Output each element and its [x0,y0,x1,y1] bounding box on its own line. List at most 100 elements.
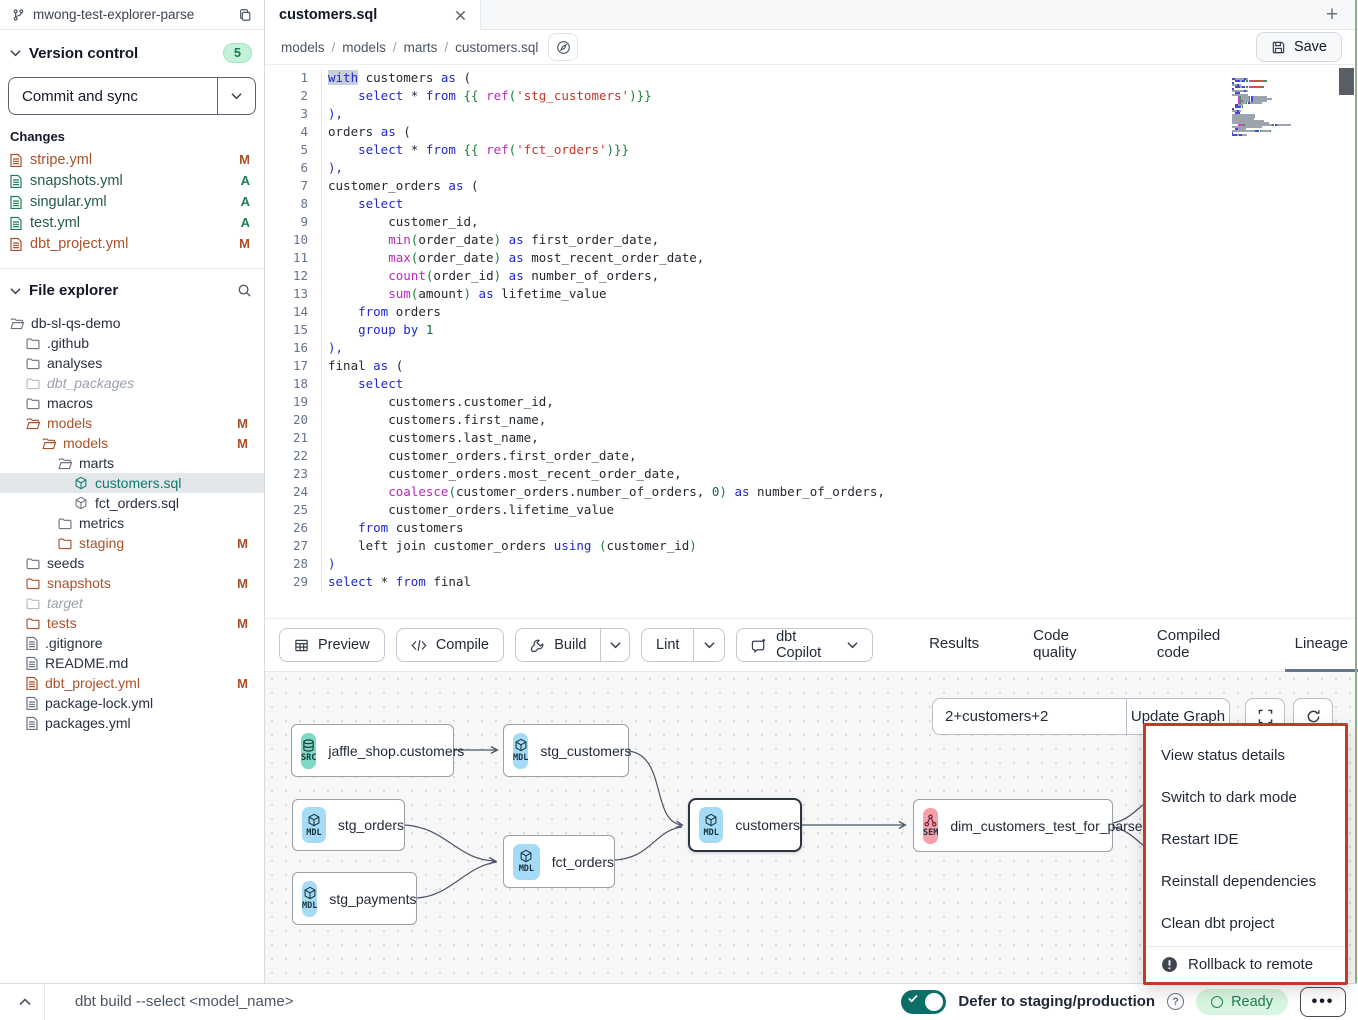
tab-customers-sql[interactable]: customers.sql [265,0,481,30]
lineage-node-customers[interactable]: MDL customers [688,798,802,852]
model-icon [74,476,88,490]
tree-item-package-lock-yml[interactable]: package-lock.yml [0,693,264,713]
new-tab-button[interactable]: + [1320,3,1344,27]
code-content[interactable]: with customers as ( select * from {{ ref… [321,69,1358,591]
close-tab-icon[interactable] [455,10,466,21]
right-edge-strip [1355,0,1357,983]
save-button[interactable]: Save [1256,32,1342,62]
folder-icon [26,417,40,430]
menu-item-reinstall-dependencies[interactable]: Reinstall dependencies [1146,860,1345,902]
compile-button[interactable]: Compile [396,628,504,662]
version-control-header[interactable]: Version control 5 [0,30,264,73]
tree-item-tests[interactable]: testsM [0,613,264,633]
lineage-node-stg-customers[interactable]: MDL stg_customers [503,724,629,777]
tree-item-snapshots[interactable]: snapshotsM [0,573,264,593]
menu-item-view-status-details[interactable]: View status details [1146,734,1345,776]
breadcrumb-marts[interactable]: marts [404,40,438,55]
node-label: stg_payments [329,891,416,907]
code-line-5: select * from {{ ref('fct_orders')}} [328,141,1358,159]
tree-item-customers-sql[interactable]: customers.sql [0,473,264,493]
tree-item--github[interactable]: .github [0,333,264,353]
breadcrumb-separator: / [332,40,336,55]
lineage-node-stg-orders[interactable]: MDL stg_orders [292,799,405,851]
tree-item-seeds[interactable]: seeds [0,553,264,573]
editor-scrollbar[interactable] [1339,68,1354,95]
tree-item-dbt-packages[interactable]: dbt_packages [0,373,264,393]
breadcrumb-models[interactable]: models [281,40,325,55]
tab-compiled-code[interactable]: Compiled code [1147,618,1251,672]
tree-item-analyses[interactable]: analyses [0,353,264,373]
tree-item-macros[interactable]: macros [0,393,264,413]
commit-and-sync-button[interactable]: Commit and sync [9,78,217,114]
defer-label: Defer to staging/production [958,993,1155,1010]
ready-status-badge[interactable]: Ready [1196,989,1288,1015]
tree-item-models[interactable]: modelsM [0,413,264,433]
command-input[interactable]: dbt build --select <model_name> [75,993,293,1010]
change-row-stripe.yml[interactable]: stripe.yml M [0,149,264,170]
status-bar: dbt build --select <model_name> Defer to… [0,983,1358,1019]
lineage-node-jaffle-shop-customers[interactable]: SRC jaffle_shop.customers [291,724,454,777]
tree-item-label: dbt_project.yml [45,675,140,691]
change-row-singular.yml[interactable]: singular.yml A [0,191,264,212]
tab-results[interactable]: Results [919,618,989,672]
tree-item-readme-md[interactable]: README.md [0,653,264,673]
tree-item-label: tests [47,615,77,631]
save-icon [1271,40,1286,55]
code-line-3: ), [328,105,1358,123]
tree-item-staging[interactable]: stagingM [0,533,264,553]
chevron-down-icon [10,287,21,295]
tree-item--gitignore[interactable]: .gitignore [0,633,264,653]
menu-item-switch-to-dark-mode[interactable]: Switch to dark mode [1146,776,1345,818]
build-options-caret[interactable] [600,629,628,661]
more-options-button[interactable]: ••• [1300,987,1346,1017]
dbt-copilot-button[interactable]: dbt Copilot [736,628,873,662]
lint-label: Lint [656,637,679,653]
model-cube-icon [519,849,533,863]
change-row-snapshots.yml[interactable]: snapshots.yml A [0,170,264,191]
tab-lineage[interactable]: Lineage [1285,618,1358,672]
save-label: Save [1294,39,1327,55]
commit-options-caret[interactable] [217,78,255,114]
change-file-name: test.yml [30,215,233,231]
build-button[interactable]: Build [516,629,600,661]
tab-code-quality[interactable]: Code quality [1023,618,1113,672]
lineage-node-stg-payments[interactable]: MDL stg_payments [292,872,417,925]
change-status: M [239,152,250,167]
tree-item-label: metrics [79,515,124,531]
open-in-explorer-icon[interactable] [548,33,578,61]
change-row-test.yml[interactable]: test.yml A [0,212,264,233]
graph-search-input[interactable] [933,699,1126,734]
file-explorer-header[interactable]: File explorer [0,269,264,309]
tree-item-marts[interactable]: marts [0,453,264,473]
tree-item-fct-orders-sql[interactable]: fct_orders.sql [0,493,264,513]
copy-branch-icon[interactable] [238,8,252,22]
help-icon[interactable]: ? [1167,993,1184,1010]
preview-button[interactable]: Preview [279,628,385,662]
menu-item-clean-dbt-project[interactable]: Clean dbt project [1146,902,1345,944]
expand-command-bar-icon[interactable] [12,989,38,1015]
menu-item-restart-ide[interactable]: Restart IDE [1146,818,1345,860]
change-row-dbt_project.yml[interactable]: dbt_project.yml M [0,233,264,254]
tree-item-models[interactable]: modelsM [0,433,264,453]
tree-item-dbt-project-yml[interactable]: dbt_project.ymlM [0,673,264,693]
lineage-node-fct-orders[interactable]: MDL fct_orders [503,835,615,888]
search-icon[interactable] [237,283,252,298]
tree-item-target[interactable]: target [0,593,264,613]
folder-icon [26,357,40,370]
ide-options-menu: View status detailsSwitch to dark modeRe… [1143,723,1348,985]
lint-options-caret[interactable] [693,629,723,661]
lineage-node-dim-customers-test-for-parse[interactable]: SEM dim_customers_test_for_parse [913,799,1113,852]
breadcrumb-customers.sql[interactable]: customers.sql [455,40,538,55]
defer-toggle[interactable] [901,990,946,1014]
menu-item-rollback-to-remote[interactable]: Rollback to remote [1146,947,1345,982]
tree-item-db-sl-qs-demo[interactable]: db-sl-qs-demo [0,313,264,333]
breadcrumb-models[interactable]: models [342,40,386,55]
tree-item-packages-yml[interactable]: packages.yml [0,713,264,733]
editor-minimap[interactable] [1232,71,1337,129]
model-icon [74,496,88,510]
folder-icon [26,377,40,390]
lint-button[interactable]: Lint [642,629,693,661]
code-editor[interactable]: 1234567891011121314151617181920212223242… [265,65,1358,618]
tree-item-metrics[interactable]: metrics [0,513,264,533]
folder-icon [26,557,40,570]
